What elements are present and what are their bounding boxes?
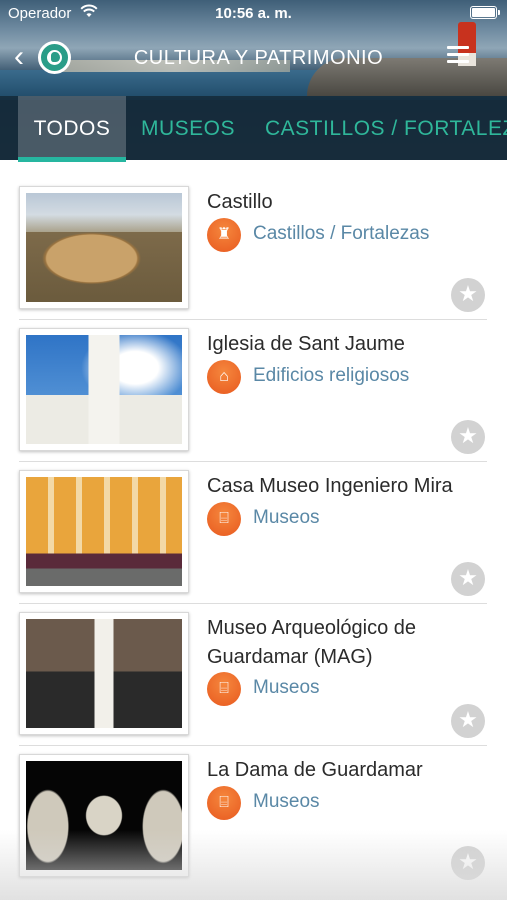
item-name: Castillo [207, 191, 273, 213]
active-tab-indicator [18, 157, 126, 162]
tower-icon: ♜ [207, 218, 241, 252]
category-tabs: TODOS MUSEOS CASTILLOS / FORTALEZAS [0, 96, 507, 164]
hamburger-menu-icon[interactable] [447, 46, 469, 64]
list-item[interactable]: Castillo ♜ Castillos / Fortalezas ★ [0, 164, 507, 320]
category-label: Museos [253, 677, 320, 698]
item-thumbnail[interactable] [19, 470, 189, 593]
museum-house-photo [26, 477, 182, 586]
museum-icon: ⌸ [207, 502, 241, 536]
museum-icon: ⌸ [207, 672, 241, 706]
clock: 10:56 a. m. [215, 5, 292, 22]
tab-museos[interactable]: MUSEOS [141, 96, 235, 160]
navigation-bar: ‹ CULTURA Y PATRIMONIO [0, 36, 507, 80]
item-thumbnail[interactable] [19, 186, 189, 309]
page-title: CULTURA Y PATRIMONIO [133, 47, 384, 69]
tab-castillos-fortalezas[interactable]: CASTILLOS / FORTALEZAS [265, 96, 507, 160]
category-label: Castillos / Fortalezas [253, 223, 430, 244]
church-icon: ⌂ [207, 360, 241, 394]
museum-icon: ⌸ [207, 786, 241, 820]
bottom-fade [0, 830, 507, 900]
item-name: Museo Arqueológico de Guardamar (MAG) [207, 617, 417, 668]
list-item[interactable]: Museo Arqueológico de Guardamar (MAG) ⌸ … [0, 590, 507, 746]
list-item[interactable]: Iglesia de Sant Jaume ⌂ Edificios religi… [0, 306, 507, 462]
category-label: Museos [253, 507, 320, 528]
item-name: Iglesia de Sant Jaume [207, 333, 405, 355]
item-thumbnail[interactable] [19, 328, 189, 451]
category-label: Edificios religiosos [253, 365, 410, 386]
item-name: La Dama de Guardamar [207, 759, 423, 781]
castle-photo [26, 193, 182, 302]
church-photo [26, 335, 182, 444]
tab-todos[interactable]: TODOS [18, 96, 126, 160]
category-label: Museos [253, 791, 320, 812]
status-bar: Operador 10:56 a. m. [0, 0, 507, 28]
mag-collage-photo [26, 619, 182, 728]
battery-icon [470, 6, 500, 19]
list-item[interactable]: Casa Museo Ingeniero Mira ⌸ Museos ★ [0, 448, 507, 604]
item-thumbnail[interactable] [19, 612, 189, 735]
item-name: Casa Museo Ingeniero Mira [207, 475, 453, 497]
